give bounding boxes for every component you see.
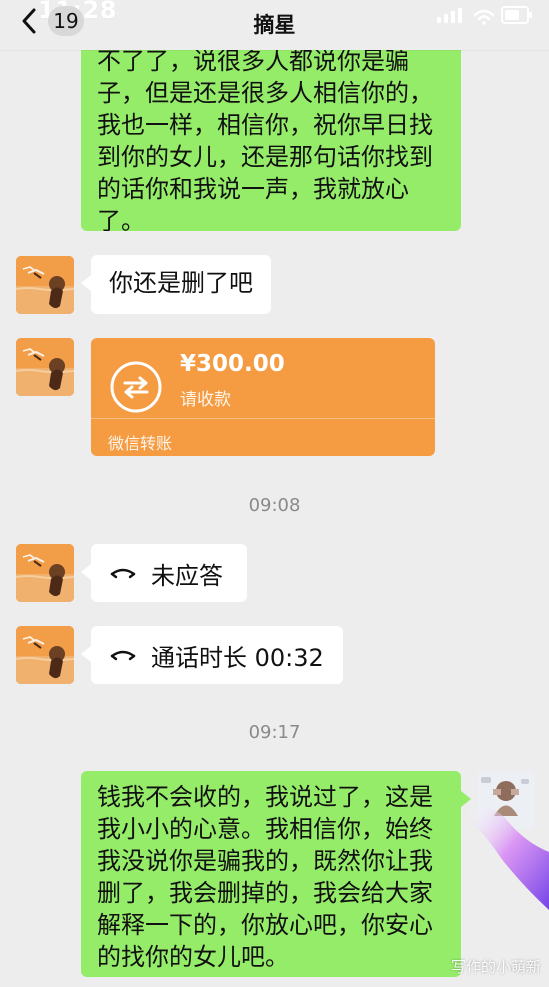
signal-icon xyxy=(437,8,462,23)
sender-avatar[interactable] xyxy=(16,338,74,396)
transfer-amount: ¥300.00 xyxy=(180,351,285,377)
missed-call-bubble[interactable]: 未应答 xyxy=(81,544,247,602)
call-duration-bubble[interactable]: 通话时长 00:32 xyxy=(81,626,343,684)
transfer-status: 请收款 xyxy=(180,390,231,410)
timestamp: 09:17 xyxy=(248,722,301,743)
message-text: 钱我不会收的，我说过了，这是我小小的心意。我相信你，始终我没说你是骗我的，既然你… xyxy=(97,783,433,971)
message-text: 不了了，说很多人都说你是骗子，但是还是很多人相信你的，我也一样，相信你，祝你早日… xyxy=(97,47,433,231)
sender-avatar[interactable] xyxy=(16,544,74,602)
sender-avatar[interactable] xyxy=(16,626,74,684)
battery-icon xyxy=(501,6,532,24)
phone-icon xyxy=(109,563,137,583)
sender-avatar[interactable] xyxy=(16,256,74,314)
call-status-text: 未应答 xyxy=(151,561,223,590)
purple-swoosh-decoration xyxy=(469,807,549,910)
wifi-icon xyxy=(473,9,495,25)
call-status-text: 通话时长 00:32 xyxy=(151,643,324,672)
chat-message-bubble-sent-2: 钱我不会收的，我说过了，这是我小小的心意。我相信你，始终我没说你是骗我的，既然你… xyxy=(81,771,471,977)
chat-message-bubble-sent-1: 不了了，说很多人都说你是骗子，但是还是很多人相信你的，我也一样，相信你，祝你早日… xyxy=(81,36,461,231)
wechat-transfer-card[interactable]: ¥300.00 请收款 微信转账 xyxy=(91,338,435,456)
chat-header: 11:28 19 摘星 xyxy=(0,0,549,50)
transfer-icon xyxy=(109,360,163,414)
transfer-divider xyxy=(91,418,435,419)
message-text: 你还是删了吧 xyxy=(109,269,253,297)
watermark-text: 写作的小萌新 xyxy=(450,958,541,976)
phone-icon xyxy=(109,645,137,665)
transfer-label: 微信转账 xyxy=(108,434,173,453)
status-icons xyxy=(435,1,535,31)
timestamp: 09:08 xyxy=(248,495,301,516)
chat-message-bubble-received-1: 你还是删了吧 xyxy=(81,255,271,314)
